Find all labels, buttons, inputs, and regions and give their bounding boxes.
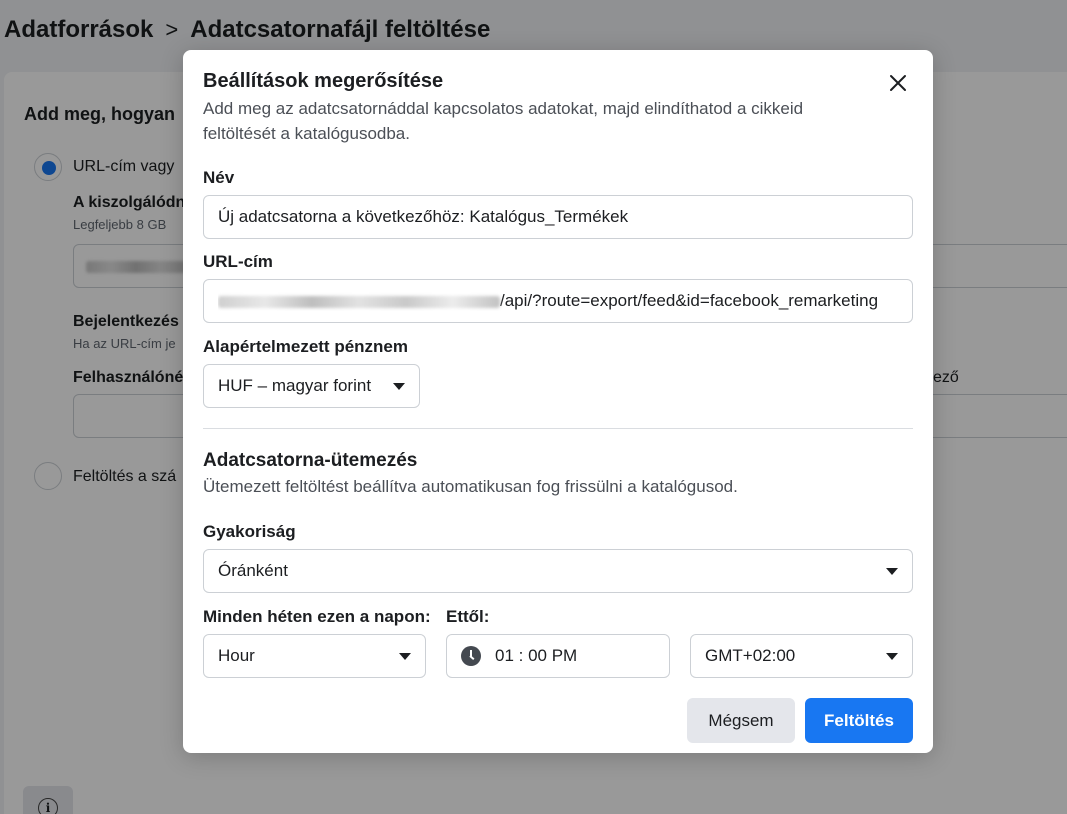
close-button[interactable] <box>883 68 913 98</box>
blurred-domain <box>218 295 500 308</box>
url-value: /api/?route=export/feed&id=facebook_rema… <box>500 291 879 310</box>
weekday-label: Minden héten ezen a napon: <box>203 607 431 626</box>
name-input[interactable]: Új adatcsatorna a következőhöz: Katalógu… <box>203 195 913 239</box>
weekday-value: Hour <box>218 646 255 665</box>
name-value: Új adatcsatorna a következőhöz: Katalógu… <box>218 207 629 226</box>
url-input[interactable]: /api/?route=export/feed&id=facebook_rema… <box>203 279 913 323</box>
divider <box>203 428 913 429</box>
timezone-value: GMT+02:00 <box>705 646 796 665</box>
name-label: Név <box>203 168 235 187</box>
weekday-select[interactable]: Hour <box>203 634 426 678</box>
caret-down-icon <box>393 382 405 390</box>
schedule-title: Adatcsatorna-ütemezés <box>203 450 418 471</box>
currency-select[interactable]: HUF – magyar forint <box>203 364 420 408</box>
dialog-description: Add meg az adatcsatornáddal kapcsolatos … <box>203 99 804 143</box>
caret-down-icon <box>886 652 898 660</box>
upload-button[interactable]: Feltöltés <box>805 698 913 743</box>
caret-down-icon <box>886 567 898 575</box>
frequency-value: Óránként <box>218 561 288 580</box>
cancel-button[interactable]: Mégsem <box>687 698 795 743</box>
timezone-select[interactable]: GMT+02:00 <box>690 634 913 678</box>
url-label: URL-cím <box>203 252 273 271</box>
schedule-description: Ütemezett feltöltést beállítva automatik… <box>203 477 738 496</box>
currency-value: HUF – magyar forint <box>218 376 372 395</box>
caret-down-icon <box>399 652 411 660</box>
time-value: 01 : 00 PM <box>495 646 578 665</box>
frequency-select[interactable]: Óránként <box>203 549 913 593</box>
currency-label: Alapértelmezett pénznem <box>203 337 408 356</box>
frequency-label: Gyakoriság <box>203 522 296 541</box>
clock-icon <box>461 646 481 666</box>
confirm-settings-dialog: Beállítások megerősítése Add meg az adat… <box>183 50 933 753</box>
dialog-title: Beállítások megerősítése <box>203 70 444 92</box>
time-input[interactable]: 01 : 00 PM <box>446 634 670 678</box>
close-icon <box>890 75 906 91</box>
from-label: Ettől: <box>446 607 490 626</box>
